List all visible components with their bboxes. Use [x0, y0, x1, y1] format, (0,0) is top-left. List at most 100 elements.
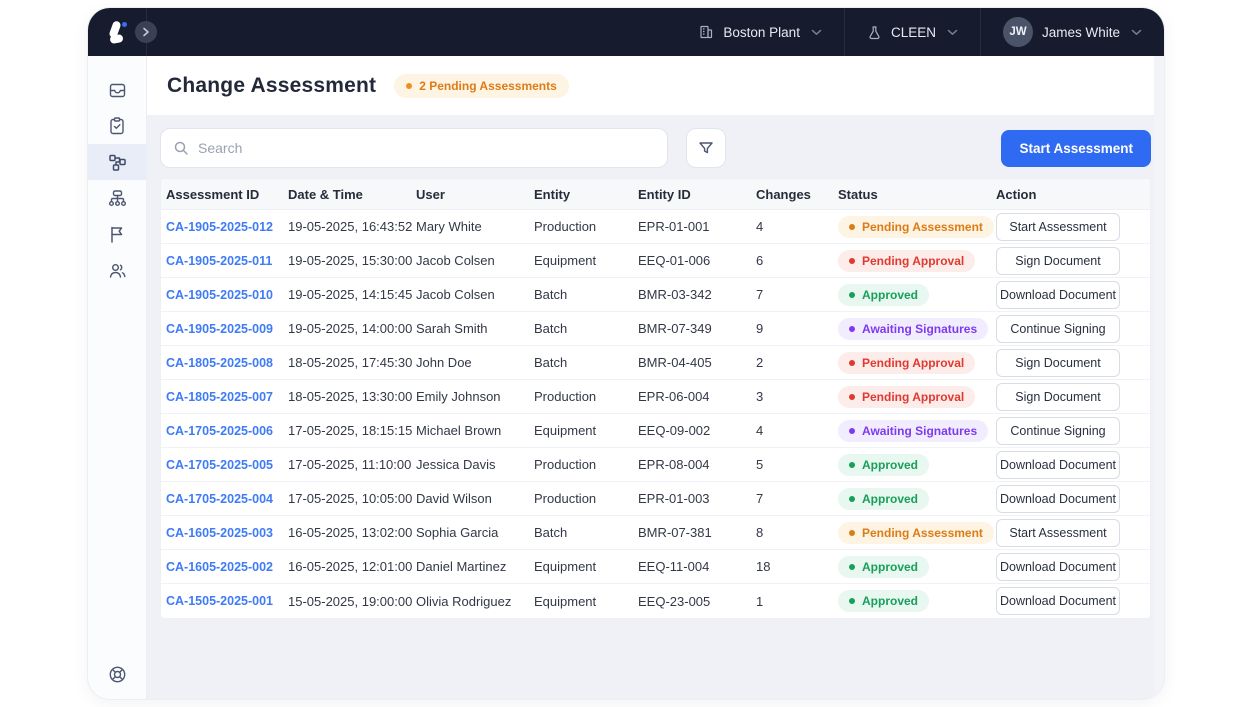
- changes-cell: 9: [756, 321, 838, 336]
- entity-cell: Production: [534, 219, 638, 234]
- column-header: Date & Time: [288, 187, 416, 202]
- datetime-cell: 17-05-2025, 10:05:00: [288, 491, 416, 506]
- assessment-id-link[interactable]: CA-1905-2025-010: [166, 288, 288, 302]
- status-badge: Pending Approval: [838, 352, 975, 374]
- user-cell: Sarah Smith: [416, 321, 534, 336]
- changes-cell: 5: [756, 457, 838, 472]
- status-badge: Pending Assessment: [838, 522, 994, 544]
- search-icon: [173, 140, 189, 156]
- status-badge: Approved: [838, 590, 929, 612]
- status-label: Awaiting Signatures: [862, 322, 977, 336]
- assessment-id-link[interactable]: CA-1905-2025-012: [166, 220, 288, 234]
- row-action-button[interactable]: Start Assessment: [996, 519, 1120, 547]
- page-title: Change Assessment: [167, 74, 376, 98]
- user-cell: Emily Johnson: [416, 389, 534, 404]
- entity-cell: Equipment: [534, 253, 638, 268]
- sidebar-collapse-button[interactable]: [135, 21, 157, 43]
- sidebar-item-users[interactable]: [88, 252, 147, 288]
- company-selector[interactable]: CLEEN: [844, 8, 980, 56]
- column-header: User: [416, 187, 534, 202]
- datetime-cell: 19-05-2025, 16:43:52: [288, 219, 416, 234]
- scrollbar[interactable]: [1154, 56, 1164, 699]
- sidebar-item-hierarchy[interactable]: [88, 180, 147, 216]
- status-dot-icon: [849, 496, 855, 502]
- row-action-button[interactable]: Start Assessment: [996, 213, 1120, 241]
- org-chart-icon: [107, 188, 128, 209]
- row-action-button[interactable]: Sign Document: [996, 383, 1120, 411]
- status-dot-icon: [849, 394, 855, 400]
- assessment-id-link[interactable]: CA-1705-2025-006: [166, 424, 288, 438]
- assessment-id-link[interactable]: CA-1905-2025-009: [166, 322, 288, 336]
- entity-cell: Batch: [534, 321, 638, 336]
- user-menu[interactable]: JW James White: [980, 8, 1164, 56]
- assessment-id-link[interactable]: CA-1805-2025-008: [166, 356, 288, 370]
- entity-id-cell: EPR-08-004: [638, 457, 756, 472]
- row-action-button[interactable]: Sign Document: [996, 247, 1120, 275]
- status-label: Approved: [862, 594, 918, 608]
- pending-badge-label: 2 Pending Assessments: [419, 79, 557, 93]
- sidebar-item-inbox[interactable]: [88, 72, 147, 108]
- assessment-id-link[interactable]: CA-1605-2025-002: [166, 560, 288, 574]
- datetime-cell: 15-05-2025, 19:00:00: [288, 594, 416, 609]
- row-action-button[interactable]: Sign Document: [996, 349, 1120, 377]
- table-row: CA-1505-2025-001 15-05-2025, 19:00:00 Ol…: [161, 584, 1150, 618]
- user-avatar: JW: [1003, 17, 1033, 47]
- sidebar-item-flags[interactable]: [88, 216, 147, 252]
- start-assessment-button[interactable]: Start Assessment: [1001, 130, 1151, 167]
- assessments-table: Assessment IDDate & TimeUserEntityEntity…: [160, 178, 1151, 619]
- sidebar-item-support[interactable]: [88, 664, 147, 685]
- sidebar: [88, 56, 147, 699]
- status-dot-icon: [849, 224, 855, 230]
- assessment-id-link[interactable]: CA-1705-2025-005: [166, 458, 288, 472]
- column-header: Action: [996, 187, 1150, 202]
- chevron-down-icon: [1131, 29, 1142, 36]
- row-action-button[interactable]: Download Document: [996, 587, 1120, 615]
- assessment-id-link[interactable]: CA-1505-2025-001: [166, 594, 288, 608]
- search-box: [160, 128, 668, 168]
- entity-id-cell: BMR-07-381: [638, 525, 756, 540]
- assessment-id-link[interactable]: CA-1705-2025-004: [166, 492, 288, 506]
- sidebar-item-tasks[interactable]: [88, 108, 147, 144]
- column-header: Entity: [534, 187, 638, 202]
- clipboard-check-icon: [107, 116, 127, 136]
- filter-button[interactable]: [686, 128, 726, 168]
- status-dot-icon: [849, 598, 855, 604]
- entity-cell: Production: [534, 389, 638, 404]
- datetime-cell: 17-05-2025, 18:15:15: [288, 423, 416, 438]
- entity-id-cell: EEQ-11-004: [638, 559, 756, 574]
- row-action-button[interactable]: Download Document: [996, 281, 1120, 309]
- table-header-row: Assessment IDDate & TimeUserEntityEntity…: [161, 179, 1150, 210]
- assessment-id-link[interactable]: CA-1805-2025-007: [166, 390, 288, 404]
- column-header: Status: [838, 187, 996, 202]
- user-name: James White: [1042, 25, 1120, 40]
- status-badge: Approved: [838, 488, 929, 510]
- status-dot-icon: [849, 360, 855, 366]
- assessment-id-link[interactable]: CA-1905-2025-011: [166, 254, 288, 268]
- status-badge: Approved: [838, 556, 929, 578]
- row-action-button[interactable]: Download Document: [996, 451, 1120, 479]
- datetime-cell: 17-05-2025, 11:10:00: [288, 457, 416, 472]
- entity-id-cell: EEQ-01-006: [638, 253, 756, 268]
- assessment-id-link[interactable]: CA-1605-2025-003: [166, 526, 288, 540]
- status-label: Pending Approval: [862, 254, 964, 268]
- user-cell: John Doe: [416, 355, 534, 370]
- column-header: Entity ID: [638, 187, 756, 202]
- status-dot-icon: [849, 462, 855, 468]
- search-input[interactable]: [198, 140, 655, 156]
- sidebar-item-change-assessment[interactable]: [88, 144, 147, 180]
- status-badge: Approved: [838, 284, 929, 306]
- row-action-button[interactable]: Download Document: [996, 553, 1120, 581]
- user-cell: Jessica Davis: [416, 457, 534, 472]
- row-action-button[interactable]: Download Document: [996, 485, 1120, 513]
- table-row: CA-1605-2025-003 16-05-2025, 13:02:00 So…: [161, 516, 1150, 550]
- table-row: CA-1705-2025-005 17-05-2025, 11:10:00 Je…: [161, 448, 1150, 482]
- status-dot-icon: [849, 530, 855, 536]
- plant-selector[interactable]: Boston Plant: [676, 8, 844, 56]
- row-action-button[interactable]: Continue Signing: [996, 417, 1120, 445]
- status-dot-icon: [849, 258, 855, 264]
- row-action-button[interactable]: Continue Signing: [996, 315, 1120, 343]
- chevron-right-icon: [141, 27, 151, 37]
- entity-id-cell: BMR-04-405: [638, 355, 756, 370]
- user-cell: David Wilson: [416, 491, 534, 506]
- status-dot-icon: [849, 292, 855, 298]
